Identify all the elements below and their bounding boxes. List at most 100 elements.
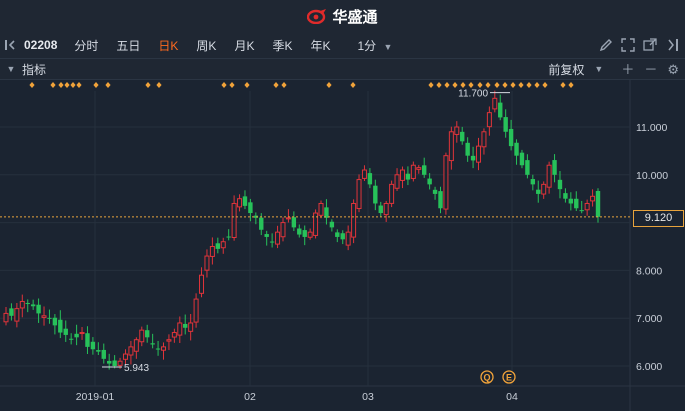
event-marker[interactable] [526,82,532,88]
candle [291,211,297,231]
candle [193,293,199,328]
event-marker[interactable] [70,82,76,88]
event-marker[interactable] [568,82,574,88]
event-marker[interactable] [244,82,250,88]
pencil-icon[interactable] [599,38,613,52]
event-marker[interactable] [76,82,82,88]
candle [383,200,389,222]
minute-select[interactable]: 1分 ▼ [339,37,401,54]
tab-daily-k[interactable]: 日K [149,37,187,54]
candle [432,186,438,200]
event-marker[interactable] [221,82,227,88]
candle [242,190,248,210]
candle [204,249,210,278]
candle [264,230,269,246]
candle [389,180,395,208]
event-marker[interactable] [281,82,287,88]
candle [590,189,596,207]
candle [492,90,498,113]
event-marker[interactable] [64,82,70,88]
x-axis: 2019-01 02 03 04 [76,391,518,403]
event-marker[interactable] [477,82,483,88]
panel-toggle-icon[interactable] [0,39,22,51]
candle [47,309,52,324]
y-tick-label: 8.000 [636,265,662,277]
candle [101,343,106,364]
event-marker[interactable] [229,82,235,88]
candle [486,106,492,136]
candle [584,199,590,216]
chevron-down-icon: ▼ [594,64,604,74]
candle [128,340,134,365]
indicator-bar: ▼ 指标 前复权 ▼ ＋ － ⚙ [0,59,685,80]
sidebar-collapse-icon[interactable] [665,38,679,52]
candle [373,179,378,211]
event-marker[interactable] [145,82,151,88]
candle [63,320,68,342]
event-marker[interactable] [534,82,540,88]
event-marker[interactable] [494,82,500,88]
popout-icon[interactable] [643,38,657,52]
candle [285,209,291,223]
event-marker[interactable] [50,82,56,88]
candle [481,128,487,155]
tab-weekly-k[interactable]: 周K [187,37,225,54]
candle [41,306,47,326]
candle [171,328,177,343]
event-marker[interactable] [273,82,279,88]
event-marker[interactable] [326,82,332,88]
candle [514,139,519,165]
candle [280,217,286,242]
event-marker[interactable] [502,82,508,88]
event-circle-e[interactable]: E [502,370,516,384]
event-marker[interactable] [428,82,434,88]
adjust-mode-select[interactable]: 前复权 ▼ [548,61,603,78]
event-marker[interactable] [29,82,35,88]
candle [58,310,63,339]
event-marker[interactable] [436,82,442,88]
event-marker[interactable] [542,82,548,88]
event-circle-q[interactable]: Q [480,370,494,384]
title-bar: 华盛通 [0,0,685,33]
fullscreen-icon[interactable] [621,38,635,52]
event-marker[interactable] [460,82,466,88]
candle [313,209,319,239]
tab-five-day[interactable]: 五日 [107,37,149,54]
event-marker[interactable] [452,82,458,88]
candle [302,225,307,246]
event-marker[interactable] [350,82,356,88]
event-marker[interactable] [58,82,64,88]
app-title: 华盛通 [332,8,378,26]
event-marker[interactable] [468,82,474,88]
indicator-label[interactable]: 指标 [22,61,46,78]
event-marker[interactable] [93,82,99,88]
collapse-caret-icon[interactable]: ▼ [0,64,22,74]
candle [416,164,422,174]
tab-monthly-k[interactable]: 月K [225,37,263,54]
event-marker[interactable] [560,82,566,88]
candle [3,307,9,326]
candle [297,224,302,238]
candle [378,201,383,217]
tab-yearly-k[interactable]: 年K [301,37,339,54]
event-marker[interactable] [444,82,450,88]
candle [546,161,552,194]
candle [438,186,443,214]
event-marker[interactable] [105,82,111,88]
minus-icon[interactable]: － [644,63,657,76]
gear-icon[interactable]: ⚙ [667,63,679,76]
x-tick-label: 2019-01 [76,391,115,403]
plus-icon[interactable]: ＋ [621,63,634,76]
kline-chart[interactable]: 11.00010.0009.0008.0007.0006.000 2019-01… [0,79,685,411]
event-marker[interactable] [518,82,524,88]
event-marker[interactable] [510,82,516,88]
event-marker[interactable] [156,82,162,88]
candle [448,126,454,170]
max-price-label: 11.700 [458,89,488,100]
tab-time-share[interactable]: 分时 [65,37,107,54]
candle [30,299,36,310]
event-marker[interactable] [485,82,491,88]
candle [454,121,460,143]
tab-quarterly-k[interactable]: 季K [263,37,301,54]
candle [525,154,530,179]
